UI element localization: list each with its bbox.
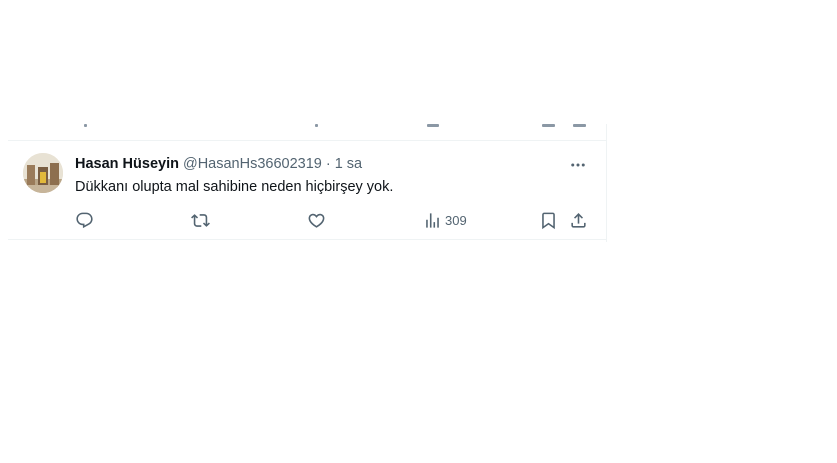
more-horizontal-icon (571, 163, 585, 167)
views-icon-remnant (427, 124, 439, 127)
tweet[interactable]: Hasan Hüseyin @HasanHs36602319 · 1 sa Dü… (8, 141, 606, 240)
tweet-actions: 309 (8, 205, 606, 235)
like-icon-remnant (315, 124, 318, 127)
more-options-button[interactable] (564, 153, 592, 177)
views-button[interactable]: 309 (423, 205, 467, 235)
reply-button[interactable] (75, 205, 97, 235)
retweet-button[interactable] (191, 205, 213, 235)
timeline: Hasan Hüseyin @HasanHs36602319 · 1 sa Dü… (8, 124, 607, 242)
share-icon-remnant (573, 124, 586, 127)
share-button[interactable] (569, 205, 588, 235)
separator-dot: · (325, 156, 331, 172)
tweet-text: Dükkanı olupta mal sahibine neden hiçbir… (75, 179, 394, 195)
author-name[interactable]: Hasan Hüseyin (75, 156, 179, 172)
views-icon (426, 212, 439, 228)
avatar-image (23, 153, 63, 193)
previous-tweet-actions-remnant (8, 124, 606, 141)
reply-icon (76, 212, 93, 228)
tweet-timestamp[interactable]: 1 sa (335, 156, 362, 172)
views-count: 309 (445, 212, 467, 228)
reply-icon-remnant (84, 124, 87, 127)
avatar[interactable] (23, 153, 63, 193)
bookmark-button[interactable] (539, 205, 558, 235)
bookmark-icon-remnant (542, 124, 555, 127)
author-handle[interactable]: @HasanHs36602319 (183, 156, 322, 172)
heart-icon (308, 213, 325, 228)
retweet-icon (191, 213, 210, 227)
bookmark-icon (542, 212, 555, 229)
share-icon (571, 212, 586, 228)
tweet-header: Hasan Hüseyin @HasanHs36602319 · 1 sa (75, 154, 594, 174)
like-button[interactable] (307, 205, 329, 235)
